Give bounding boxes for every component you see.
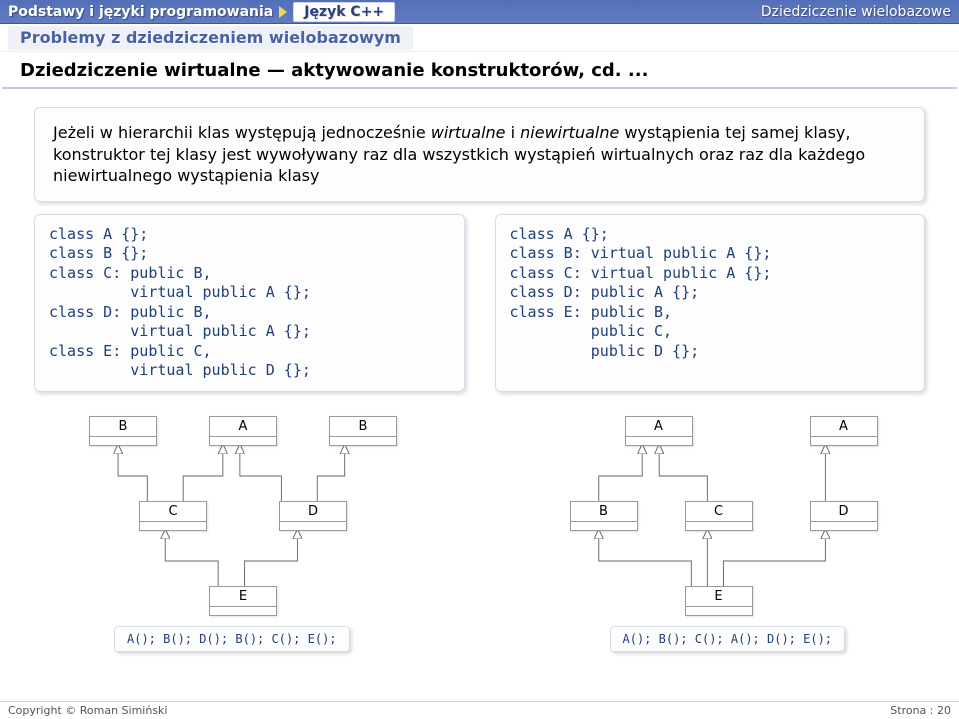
uml-class-label: A (626, 417, 692, 437)
uml-class-body (571, 522, 637, 530)
uml-class-B: B (89, 416, 157, 446)
uml-class-label: E (686, 587, 752, 607)
uml-class-D: D (810, 501, 878, 531)
code-row: class A {}; class B {}; class C: public … (34, 214, 925, 392)
uml-class-C: C (139, 501, 207, 531)
uml-diagram-right: A(); B(); C(); A(); D(); E(); A A B C D E (510, 416, 926, 656)
uml-class-E: E (209, 586, 277, 616)
slide-header: Podstawy i języki programowania Język C+… (0, 0, 959, 24)
uml-class-body (686, 522, 752, 530)
language-badge: Język C++ (293, 2, 395, 22)
uml-class-body (280, 522, 346, 530)
uml-class-A: A (810, 416, 878, 446)
uml-class-body (626, 437, 692, 445)
connectors-left (34, 416, 450, 656)
breadcrumb: Podstawy i języki programowania (8, 4, 273, 20)
uml-class-label: E (210, 587, 276, 607)
uml-class-body (330, 437, 396, 445)
uml-diagram-left: A(); B(); D(); B(); C(); E(); B A B C D E (34, 416, 450, 656)
uml-class-label: B (330, 417, 396, 437)
uml-class-A: A (625, 416, 693, 446)
arrow-right-icon (279, 6, 287, 18)
uml-class-label: D (811, 502, 877, 522)
uml-class-body (811, 437, 877, 445)
uml-class-body (90, 437, 156, 445)
uml-class-label: B (571, 502, 637, 522)
section-title: Dziedziczenie wirtualne — aktywowanie ko… (2, 52, 957, 89)
uml-class-label: B (90, 417, 156, 437)
uml-class-body (210, 607, 276, 615)
header-topic: Dziedziczenie wielobazowe (761, 4, 951, 20)
uml-class-B: B (570, 501, 638, 531)
uml-class-label: D (280, 502, 346, 522)
uml-class-E: E (685, 586, 753, 616)
subheader: Problemy z dziedziczeniem wielobazowym (0, 24, 959, 52)
code-panel-left: class A {}; class B {}; class C: public … (34, 214, 465, 392)
uml-class-label: A (811, 417, 877, 437)
uml-class-A: A (209, 416, 277, 446)
uml-class-body (210, 437, 276, 445)
uml-class-C: C (685, 501, 753, 531)
constructor-sequence-right: A(); B(); C(); A(); D(); E(); (610, 626, 846, 652)
connectors-right (510, 416, 926, 656)
diagram-row: A(); B(); D(); B(); C(); E(); B A B C D E A()… (34, 416, 925, 656)
code-panel-right: class A {}; class B: virtual public A {}… (495, 214, 926, 392)
uml-class-body (811, 522, 877, 530)
header-left: Podstawy i języki programowania Język C+… (8, 2, 395, 22)
footer-copyright: Copyright © Roman Simiński (8, 704, 167, 719)
subheader-pill: Problemy z dziedziczeniem wielobazowym (8, 26, 413, 50)
constructor-sequence-left: A(); B(); D(); B(); C(); E(); (114, 626, 350, 652)
footer-page: Strona : 20 (890, 704, 951, 719)
uml-class-body (140, 522, 206, 530)
uml-class-label: A (210, 417, 276, 437)
uml-class-label: C (686, 502, 752, 522)
info-panel: Jeżeli w hierarchii klas występują jedno… (34, 107, 925, 202)
info-text: Jeżeli w hierarchii klas występują jedno… (53, 123, 865, 185)
uml-class-B: B (329, 416, 397, 446)
uml-class-D: D (279, 501, 347, 531)
uml-class-label: C (140, 502, 206, 522)
slide-footer: Copyright © Roman Simiński Strona : 20 (0, 701, 959, 719)
uml-class-body (686, 607, 752, 615)
